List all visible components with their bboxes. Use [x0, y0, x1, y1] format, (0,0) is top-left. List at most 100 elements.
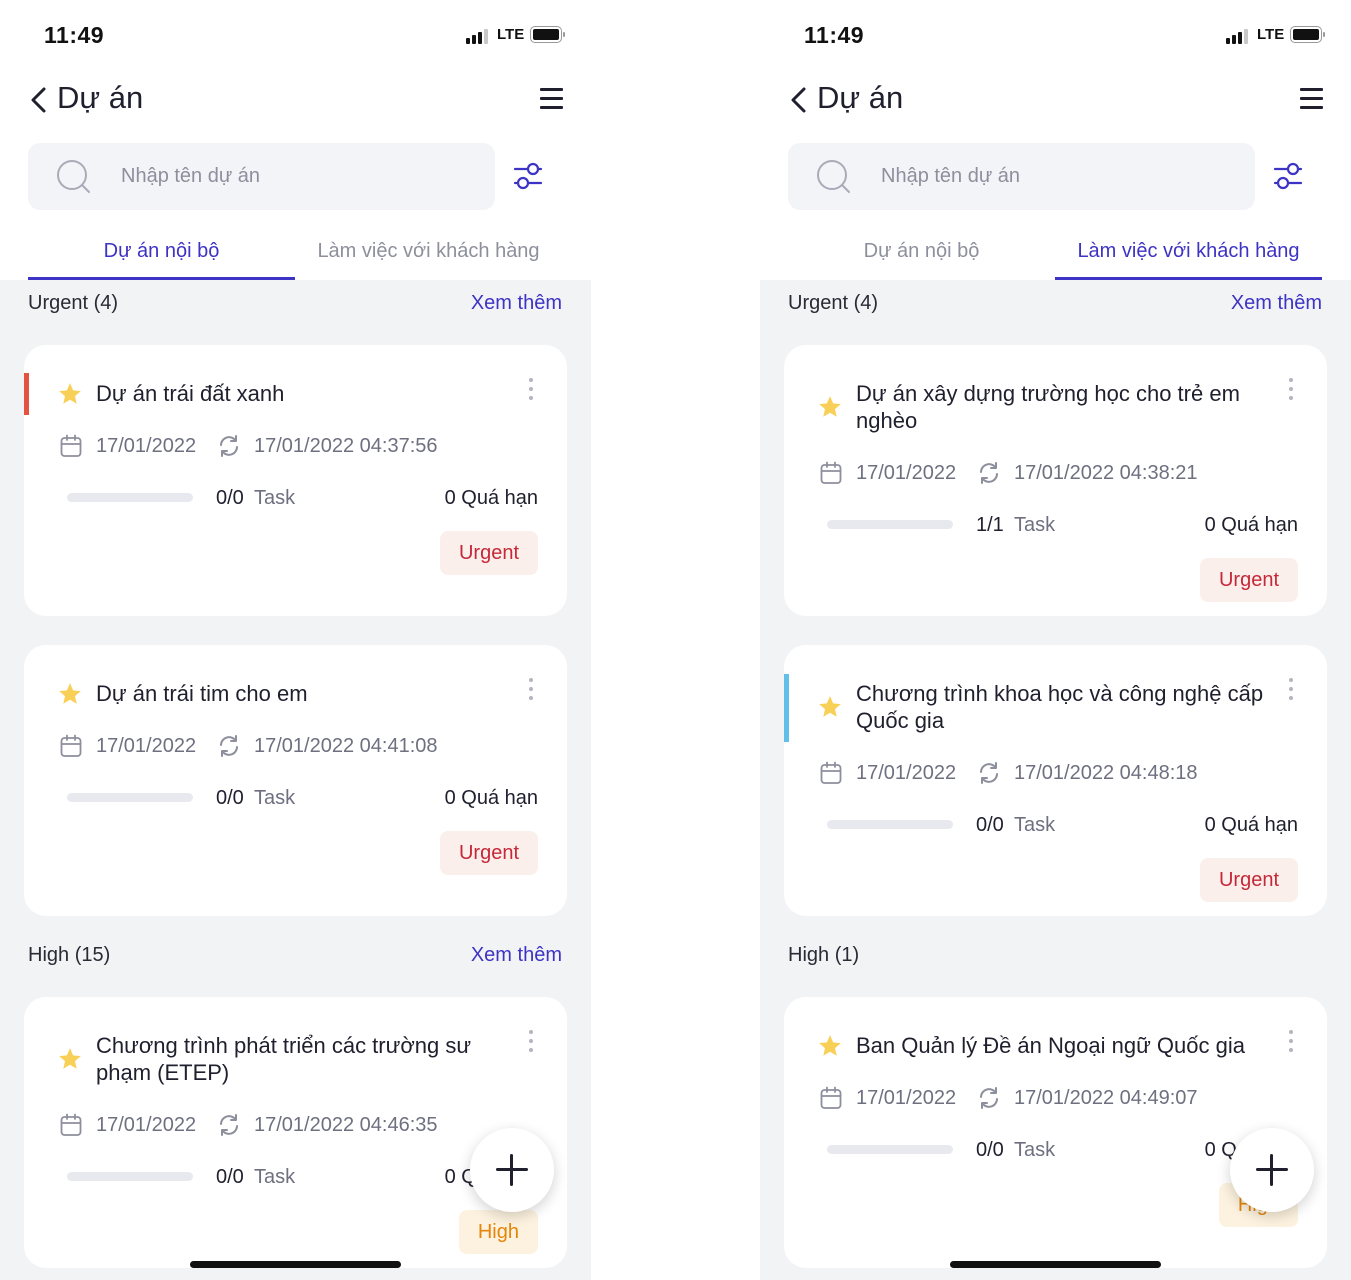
star-icon[interactable] — [817, 694, 843, 720]
network-label: LTE — [1257, 26, 1285, 43]
updated-at: 17/01/2022 04:41:08 — [254, 735, 438, 757]
filter-icon[interactable] — [510, 158, 546, 194]
star-icon[interactable] — [817, 1033, 843, 1059]
start-date: 17/01/2022 — [856, 1087, 957, 1109]
add-project-button[interactable] — [470, 1128, 554, 1212]
project-title: Dự án trái tim cho em — [96, 681, 308, 706]
tab-internal-projects[interactable]: Dự án nội bộ — [28, 228, 295, 280]
search-input[interactable] — [121, 143, 461, 210]
project-card[interactable]: Chương trình khoa học và công nghệ cấp Q… — [784, 645, 1327, 916]
search-icon — [57, 160, 90, 193]
section-header-high: High (1) — [788, 932, 1322, 972]
updated-at: 17/01/2022 04:49:07 — [1014, 1087, 1198, 1109]
more-icon[interactable] — [1286, 378, 1296, 404]
task-label: Task — [1014, 1139, 1056, 1161]
section-header-high: High (15) Xem thêm — [28, 932, 562, 972]
start-date: 17/01/2022 — [96, 1114, 197, 1136]
updated-at: 17/01/2022 04:48:18 — [1014, 762, 1198, 784]
project-title: Chương trình phát triển các trường sư ph… — [96, 1033, 472, 1085]
tab-client-projects[interactable]: Làm việc với khách hàng — [1055, 228, 1322, 280]
more-icon[interactable] — [526, 678, 536, 704]
start-date: 17/01/2022 — [96, 735, 197, 757]
task-label: Task — [1014, 814, 1056, 836]
page-title: Dự án — [817, 80, 904, 115]
task-label: Task — [254, 487, 296, 509]
calendar-icon — [820, 1086, 842, 1109]
search-bar[interactable] — [28, 143, 495, 210]
back-icon[interactable] — [788, 86, 810, 114]
more-icon[interactable] — [1286, 678, 1296, 704]
status-bar: 11:49 LTE — [760, 0, 1351, 70]
progress-bar — [827, 520, 953, 529]
task-count: 0/0 — [976, 1139, 1004, 1161]
overdue-count: 0 Quá hạn — [1204, 514, 1298, 536]
section-header-urgent: Urgent (4) Xem thêm — [28, 280, 562, 320]
see-more-link[interactable]: Xem thêm — [471, 944, 562, 967]
menu-icon[interactable] — [1300, 86, 1324, 110]
overdue-count: 0 Quá hạn — [1204, 814, 1298, 836]
status-time: 11:49 — [44, 22, 105, 48]
add-project-button[interactable] — [1230, 1128, 1314, 1212]
see-more-link[interactable]: Xem thêm — [1231, 292, 1322, 315]
project-card[interactable]: Ban Quản lý Đề án Ngoại ngữ Quốc gia 17/… — [784, 997, 1327, 1268]
task-count: 0/0 — [216, 1166, 244, 1188]
sync-icon — [220, 435, 238, 457]
section-title: High (15) — [28, 944, 111, 966]
page-title: Dự án — [57, 80, 144, 115]
home-indicator — [190, 1261, 401, 1268]
more-icon[interactable] — [526, 378, 536, 404]
task-label: Task — [1014, 514, 1056, 536]
star-icon[interactable] — [57, 381, 83, 407]
calendar-icon — [60, 1113, 82, 1136]
tab-client-projects[interactable]: Làm việc với khách hàng — [295, 228, 562, 280]
sync-icon — [980, 762, 998, 784]
search-bar[interactable] — [788, 143, 1255, 210]
task-count: 1/1 — [976, 514, 1004, 536]
updated-at: 17/01/2022 04:38:21 — [1014, 462, 1198, 484]
tab-bar: Dự án nội bộ Làm việc với khách hàng — [788, 228, 1322, 280]
star-icon[interactable] — [817, 394, 843, 420]
sync-icon — [220, 735, 238, 757]
menu-icon[interactable] — [540, 86, 564, 110]
task-label: Task — [254, 787, 296, 809]
signal-icon — [1226, 28, 1252, 44]
calendar-icon — [820, 761, 842, 784]
more-icon[interactable] — [1286, 1030, 1296, 1056]
sync-icon — [980, 462, 998, 484]
section-header-urgent: Urgent (4) Xem thêm — [788, 280, 1322, 320]
star-icon[interactable] — [57, 681, 83, 707]
priority-badge: High — [458, 1210, 538, 1254]
card-accent — [784, 674, 789, 742]
tab-internal-projects[interactable]: Dự án nội bộ — [788, 228, 1055, 280]
project-card[interactable]: Dự án trái tim cho em 17/01/2022 17/01/2… — [24, 645, 567, 916]
star-icon[interactable] — [57, 1046, 83, 1072]
search-input[interactable] — [881, 143, 1221, 210]
task-count: 0/0 — [976, 814, 1004, 836]
task-count: 0/0 — [216, 487, 244, 509]
screen-client-projects: 11:49 LTE Dự án Dự án nội bộ Làm việc vớ… — [760, 0, 1351, 1280]
project-title: Chương trình khoa học và công nghệ cấp Q… — [856, 681, 1264, 733]
project-card[interactable]: Dự án trái đất xanh 17/01/2022 17/01/202… — [24, 345, 567, 616]
tab-bar: Dự án nội bộ Làm việc với khách hàng — [28, 228, 562, 280]
updated-at: 17/01/2022 04:46:35 — [254, 1114, 438, 1136]
battery-icon — [1290, 26, 1325, 43]
project-card[interactable]: Chương trình phát triển các trường sư ph… — [24, 997, 567, 1268]
filter-icon[interactable] — [1270, 158, 1306, 194]
overdue-count: 0 Quá hạn — [444, 487, 538, 509]
header: Dự án — [760, 70, 1351, 130]
see-more-link[interactable]: Xem thêm — [471, 292, 562, 315]
priority-badge: Urgent — [439, 831, 538, 875]
progress-bar — [827, 820, 953, 829]
project-card[interactable]: Dự án xây dựng trường học cho trẻ em ngh… — [784, 345, 1327, 616]
screen-internal-projects: 11:49 LTE Dự án Dự án nội bộ Làm việc vớ… — [0, 0, 591, 1280]
priority-badge: Urgent — [1199, 858, 1298, 902]
search-icon — [817, 160, 850, 193]
more-icon[interactable] — [526, 1030, 536, 1056]
start-date: 17/01/2022 — [96, 435, 197, 457]
section-title: High (1) — [788, 944, 860, 966]
network-label: LTE — [497, 26, 525, 43]
header: Dự án — [0, 70, 591, 130]
updated-at: 17/01/2022 04:37:56 — [254, 435, 438, 457]
progress-bar — [67, 493, 193, 502]
back-icon[interactable] — [28, 86, 50, 114]
